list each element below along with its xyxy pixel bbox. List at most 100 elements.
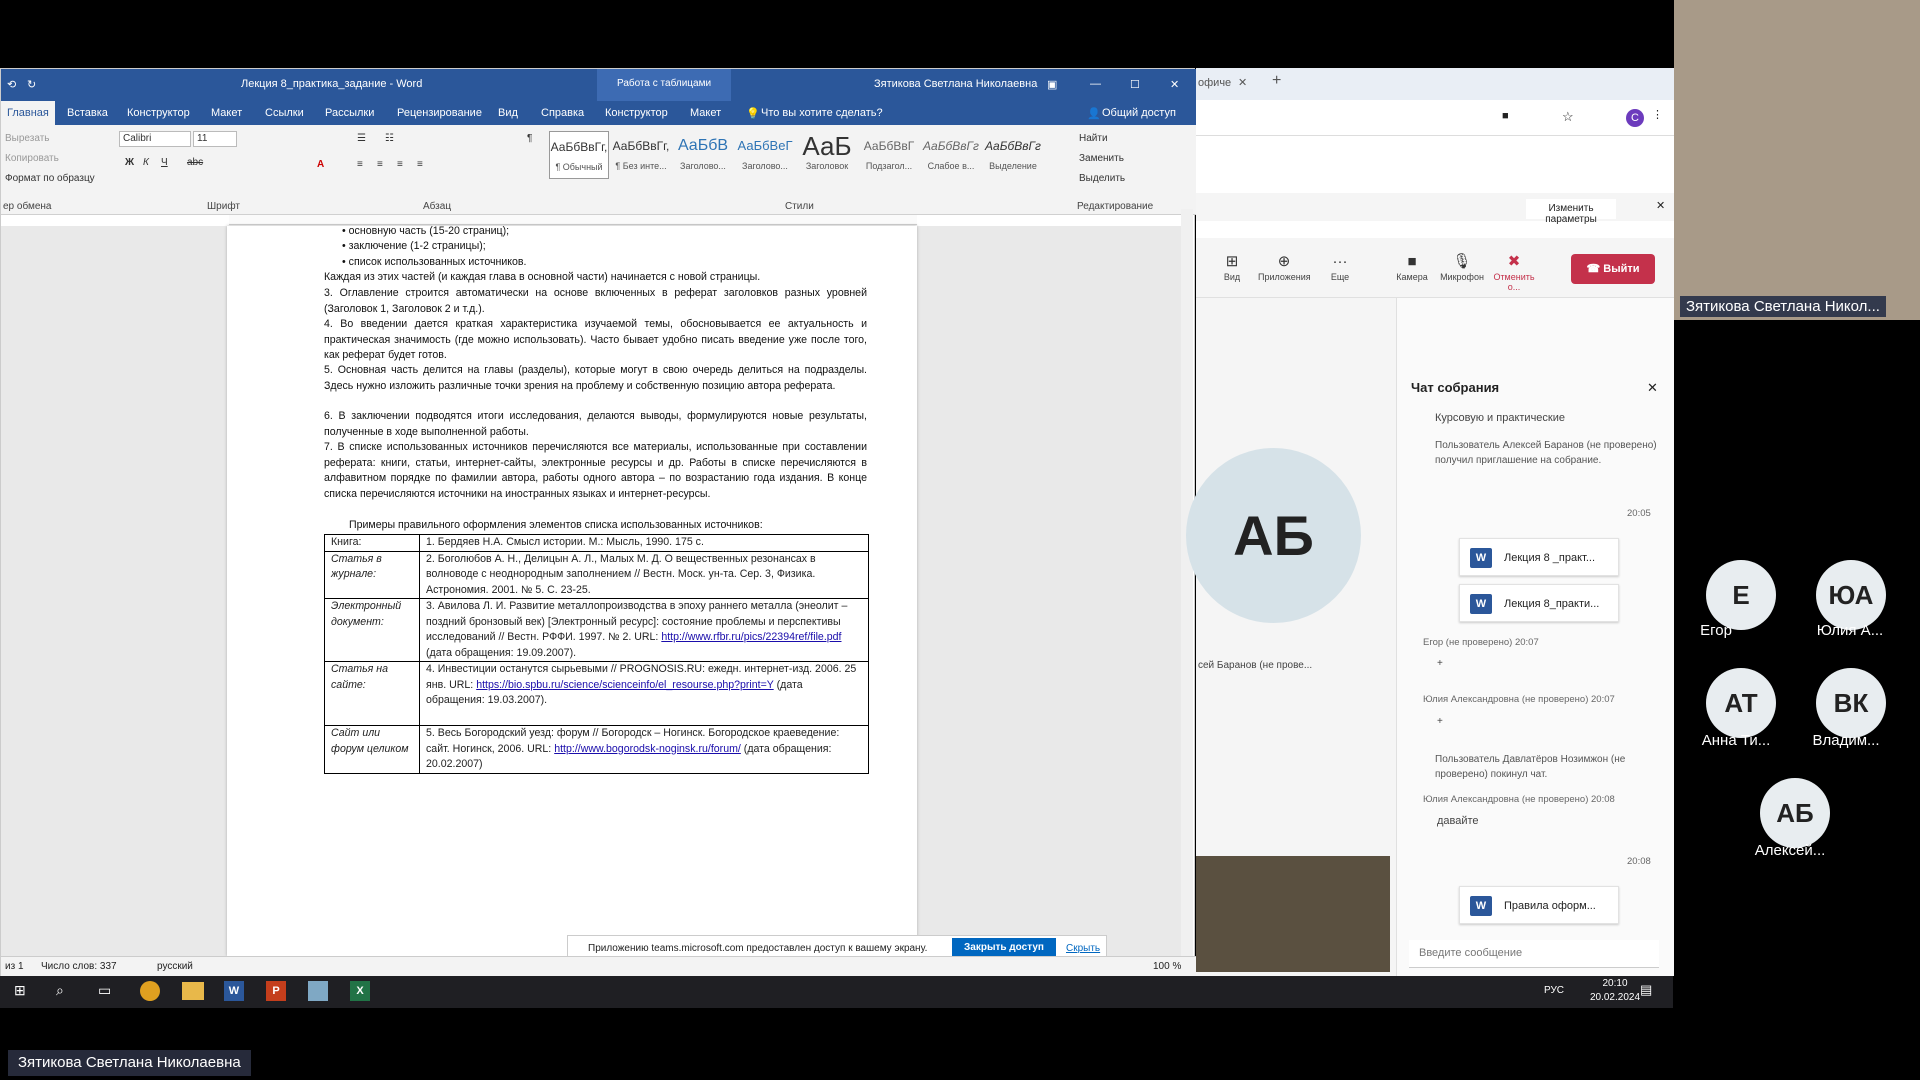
menu-icon[interactable]: ⋮ <box>1652 108 1663 121</box>
profile-icon[interactable]: C <box>1626 109 1644 127</box>
bold-button[interactable]: Ж <box>125 157 134 168</box>
font-size-select[interactable]: 11 <box>193 131 237 147</box>
tab-design[interactable]: Конструктор <box>127 107 190 119</box>
tab-review[interactable]: Рецензирование <box>397 107 482 119</box>
style-heading1[interactable]: АаБбВ Заголово... <box>673 131 733 179</box>
meeting-chat: Чат собрания ✕ Курсовую и практические П… <box>1396 298 1674 976</box>
hide-link[interactable]: Скрыть <box>1066 943 1100 954</box>
font-name-select[interactable]: Calibri <box>119 131 191 147</box>
replace-button[interactable]: Заменить <box>1079 153 1124 164</box>
undo-icon[interactable]: ⟲ <box>7 78 16 91</box>
bullets-icon[interactable]: ☰ <box>357 133 366 144</box>
message-input[interactable]: Введите сообщение <box>1409 940 1659 968</box>
tab-home[interactable]: Главная <box>1 101 55 125</box>
star-icon[interactable]: ☆ <box>1562 109 1574 125</box>
clock-date[interactable]: 20.02.2024 <box>1588 992 1642 1003</box>
file-card[interactable]: W Правила оформ... <box>1459 886 1619 924</box>
stop-sharing-button[interactable]: Закрыть доступ <box>952 938 1056 958</box>
notification-icon[interactable]: ▤ <box>1640 982 1652 998</box>
input-language[interactable]: РУС <box>1544 985 1564 996</box>
format-painter-button[interactable]: Формат по образцу <box>5 173 95 184</box>
maximize-icon[interactable]: ☐ <box>1130 78 1140 91</box>
source-link[interactable]: http://www.bogorodsk-noginsk.ru/forum/ <box>554 743 741 755</box>
user-name[interactable]: Зятикова Светлана Николаевна <box>874 78 1037 90</box>
apps-button[interactable]: ⊕ Приложения <box>1258 252 1311 282</box>
browser-toolbar: ■ ☆ C ⋮ <box>1196 100 1674 136</box>
new-tab-icon[interactable]: + <box>1272 72 1281 90</box>
select-button[interactable]: Выделить <box>1079 173 1125 184</box>
message-meta: Юлия Александровна (не проверено) 20:07 <box>1423 694 1615 705</box>
align-center-icon[interactable]: ≡ <box>377 159 383 170</box>
tab-view[interactable]: Вид <box>498 107 518 119</box>
vertical-scrollbar[interactable] <box>1181 209 1193 956</box>
find-button[interactable]: Найти <box>1079 133 1108 144</box>
ribbon-display-icon[interactable]: ▣ <box>1047 78 1057 91</box>
font-color-button[interactable]: A <box>317 159 324 170</box>
close-icon[interactable]: ✕ <box>1170 78 1179 91</box>
numbering-icon[interactable]: ☷ <box>385 133 394 144</box>
more-button[interactable]: ··· Еще <box>1314 252 1366 282</box>
document-page[interactable]: • основную часть (15-20 страниц); • закл… <box>227 225 917 956</box>
style-no-spacing[interactable]: АаБбВвГг, ¶ Без инте... <box>611 131 671 179</box>
source-link[interactable]: https://bio.spbu.ru/science/scienceinfo/… <box>476 679 774 691</box>
search-icon[interactable]: ⌕ <box>56 982 64 999</box>
task-view-icon[interactable]: ▭ <box>98 982 111 999</box>
powerpoint-icon[interactable]: P <box>266 981 286 1001</box>
file-card[interactable]: W Лекция 8 _практ... <box>1459 538 1619 576</box>
mic-button[interactable]: 🎙 Микрофон <box>1436 252 1488 282</box>
excel-icon[interactable]: X <box>350 981 370 1001</box>
participant-name: Алексей... <box>1754 842 1826 859</box>
leave-button[interactable]: ☎ Выйти <box>1571 254 1655 284</box>
view-button[interactable]: ⊞ Вид <box>1206 252 1258 282</box>
camera-button[interactable]: ■ Камера <box>1386 252 1438 282</box>
tab-table-design[interactable]: Конструктор <box>605 107 668 119</box>
redo-icon[interactable]: ↻ <box>27 78 36 91</box>
tab-table-layout[interactable]: Макет <box>690 107 721 119</box>
style-heading2[interactable]: АаБбВеГ Заголово... <box>735 131 795 179</box>
align-right-icon[interactable]: ≡ <box>397 159 403 170</box>
close-chat-icon[interactable]: ✕ <box>1647 380 1658 396</box>
style-subtitle[interactable]: АаБбВвГ Подзагол... <box>859 131 919 179</box>
windows-start-icon[interactable]: ⊞ <box>14 982 26 999</box>
strike-button[interactable]: abc <box>187 157 203 168</box>
tab-help[interactable]: Справка <box>541 107 584 119</box>
style-title[interactable]: АаБ Заголовок <box>797 131 857 179</box>
chrome-icon[interactable] <box>140 981 160 1001</box>
minimize-icon[interactable]: — <box>1090 78 1101 90</box>
change-settings-button[interactable]: Изменить параметры <box>1526 199 1616 225</box>
word-app-icon[interactable]: W <box>224 981 244 1001</box>
copy-button[interactable]: Копировать <box>5 153 59 164</box>
clock-time[interactable]: 20:10 <box>1588 978 1642 989</box>
sources-table[interactable]: Книга: 1. Бердяев Н.А. Смысл истории. М.:… <box>324 534 869 774</box>
tab-layout[interactable]: Макет <box>211 107 242 119</box>
stop-share-button[interactable]: ✖ Отменить о... <box>1488 252 1540 292</box>
zoom-level[interactable]: 100 % <box>1153 961 1181 972</box>
participant-avatar: Е <box>1706 560 1776 630</box>
camera-indicator-icon[interactable]: ■ <box>1502 110 1509 122</box>
tab-title[interactable]: офиче <box>1198 77 1231 89</box>
source-link[interactable]: http://www.rfbr.ru/pics/22394ref/file.pd… <box>661 631 841 643</box>
underline-button[interactable]: Ч <box>161 157 168 168</box>
tab-close-icon[interactable]: ✕ <box>1238 76 1247 89</box>
file-card[interactable]: W Лекция 8_практи... <box>1459 584 1619 622</box>
word-count[interactable]: Число слов: 337 <box>41 961 117 972</box>
share-notice-text: Приложению teams.microsoft.com предостав… <box>588 943 928 954</box>
speaker-name-badge: Зятикова Светлана Николаевна <box>8 1050 251 1076</box>
justify-icon[interactable]: ≡ <box>417 159 423 170</box>
cut-button[interactable]: Вырезать <box>5 133 49 144</box>
tab-mailings[interactable]: Рассылки <box>325 107 374 119</box>
style-subtle-emphasis[interactable]: АаБбВвГг Слабое в... <box>921 131 981 179</box>
explorer-icon[interactable] <box>182 982 204 1000</box>
close-banner-icon[interactable]: ✕ <box>1656 199 1665 212</box>
style-emphasis[interactable]: АаБбВвГг Выделение <box>983 131 1043 179</box>
italic-button[interactable]: К <box>143 157 149 168</box>
app-icon[interactable] <box>308 981 328 1001</box>
language[interactable]: русский <box>157 961 193 972</box>
tab-references[interactable]: Ссылки <box>265 107 304 119</box>
share-button[interactable]: Общий доступ <box>1102 107 1176 119</box>
style-normal[interactable]: АаБбВвГг, ¶ Обычный <box>549 131 609 179</box>
pilcrow-icon[interactable]: ¶ <box>527 133 532 144</box>
tell-me-input[interactable]: Что вы хотите сделать? <box>761 107 883 119</box>
tab-insert[interactable]: Вставка <box>67 107 108 119</box>
align-left-icon[interactable]: ≡ <box>357 159 363 170</box>
